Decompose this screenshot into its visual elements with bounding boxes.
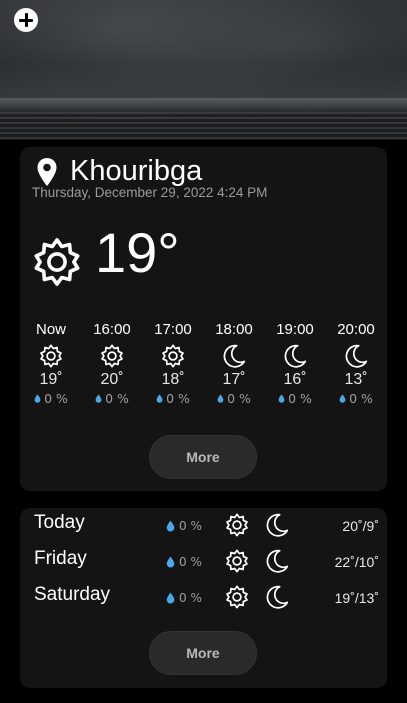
- daily-forecast-card: Today 0 % 20˚/9˚ Friday 0 % 22˚/10˚ Satu…: [20, 508, 387, 688]
- moon-icon: [264, 583, 290, 611]
- current-weather-card: Khouribga Thursday, December 29, 2022 4:…: [20, 147, 387, 491]
- hour-time: 17:00: [154, 321, 192, 338]
- day-name: Saturday: [34, 584, 111, 605]
- moon-icon: [221, 343, 247, 369]
- daily-row[interactable]: Today 0 % 20˚/9˚: [20, 508, 387, 542]
- hour-time: 18:00: [215, 321, 253, 338]
- raindrop-icon: [166, 592, 175, 604]
- add-location-button[interactable]: [14, 8, 38, 32]
- day-min-max: 19˚/13˚: [334, 590, 379, 606]
- sun-icon: [30, 235, 84, 289]
- hour-precip: 0 %: [166, 391, 190, 406]
- horizon: [0, 98, 407, 112]
- hour-temp: 17˚: [222, 371, 246, 388]
- location-pin-icon: [37, 157, 57, 186]
- hourly-item: 19:00 16˚ 0 %: [270, 321, 320, 406]
- sun-icon: [38, 343, 64, 369]
- hour-temp: 20˚: [100, 371, 124, 388]
- hour-temp: 13˚: [344, 371, 368, 388]
- hour-precip: 0 %: [44, 391, 68, 406]
- hourly-item: 16:00 20˚ 0 %: [87, 321, 137, 406]
- sun-icon: [224, 512, 250, 538]
- day-precip: 0 %: [179, 519, 202, 533]
- raindrop-icon: [166, 556, 175, 568]
- moon-icon: [264, 511, 290, 539]
- hour-temp: 18˚: [161, 371, 185, 388]
- raindrop-icon: [156, 394, 163, 403]
- hour-precip: 0 %: [105, 391, 129, 406]
- sun-icon: [224, 548, 250, 574]
- hourly-forecast: Now 19˚ 0 % 16:00 20˚ 0 % 17:00 18˚ 0 % …: [20, 321, 387, 416]
- raindrop-icon: [339, 394, 346, 403]
- sun-icon: [99, 343, 125, 369]
- sun-icon: [224, 584, 250, 610]
- hour-precip: 0 %: [288, 391, 312, 406]
- hourly-item: 17:00 18˚ 0 %: [148, 321, 198, 406]
- moon-icon: [264, 547, 290, 575]
- city-name: Khouribga: [70, 155, 203, 187]
- current-temperature: 19°: [95, 221, 180, 284]
- day-precip: 0 %: [179, 555, 202, 569]
- moon-icon: [282, 343, 308, 369]
- hourly-item: Now 19˚ 0 %: [26, 321, 76, 406]
- more-hourly-button[interactable]: More: [149, 435, 257, 479]
- daily-row[interactable]: Friday 0 % 22˚/10˚: [20, 544, 387, 578]
- day-min-max: 20˚/9˚: [342, 518, 379, 534]
- more-daily-button[interactable]: More: [149, 631, 257, 675]
- day-precip: 0 %: [179, 591, 202, 605]
- sun-icon: [160, 343, 186, 369]
- hourly-item: 18:00 17˚ 0 %: [209, 321, 259, 406]
- raindrop-icon: [166, 520, 175, 532]
- hour-time: 16:00: [93, 321, 131, 338]
- date-time: Thursday, December 29, 2022 4:24 PM: [32, 185, 268, 200]
- hour-temp: 16˚: [283, 371, 307, 388]
- day-min-max: 22˚/10˚: [334, 554, 379, 570]
- daily-row[interactable]: Saturday 0 % 19˚/13˚: [20, 580, 387, 614]
- day-name: Today: [34, 512, 85, 533]
- header-background-image: [0, 0, 407, 140]
- raindrop-icon: [217, 394, 224, 403]
- moon-icon: [343, 343, 369, 369]
- hour-temp: 19˚: [39, 371, 63, 388]
- hour-time: 20:00: [337, 321, 375, 338]
- hourly-item: 20:00 13˚ 0 %: [331, 321, 381, 406]
- location-row: Khouribga: [36, 155, 202, 188]
- day-name: Friday: [34, 548, 87, 569]
- hour-precip: 0 %: [227, 391, 251, 406]
- raindrop-icon: [34, 394, 41, 403]
- raindrop-icon: [278, 394, 285, 403]
- water-reflection: [0, 112, 407, 140]
- raindrop-icon: [95, 394, 102, 403]
- hour-time: 19:00: [276, 321, 314, 338]
- hour-time: Now: [35, 321, 66, 338]
- hour-precip: 0 %: [349, 391, 373, 406]
